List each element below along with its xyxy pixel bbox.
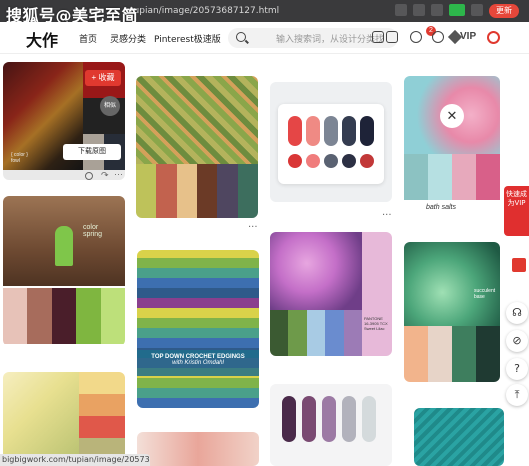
hydrangea-photo [270,232,362,310]
palette-bath-salts [404,154,500,200]
pantone-label: PANTONE 16-3905 TCX Sweet Lilac [364,316,388,331]
become-vip-promo[interactable]: 快速成为VIP [504,186,529,236]
browser-extension-icons [395,4,483,16]
pantone-sweet-lilac [362,232,392,356]
crochet-title: TOP DOWN CROCHET EDGINGS [151,354,245,360]
image-card-bath-salts[interactable]: ✕ bath salts [404,76,500,214]
share-icon[interactable] [395,4,407,16]
palette-batik [136,164,258,218]
color-spring-label: color spring [83,224,103,238]
swatch-board [278,104,384,184]
close-icon[interactable]: ✕ [440,104,464,128]
bookmark-star-icon[interactable] [413,4,425,16]
image-card-pink[interactable] [137,432,259,466]
image-card-crochet[interactable]: TOP DOWN CROCHET EDGINGS with Kristin Om… [137,250,259,408]
crochet-title-banner: TOP DOWN CROCHET EDGINGS with Kristin Om… [137,350,259,376]
image-card-hydrangea[interactable]: PANTONE 16-3905 TCX Sweet Lilac [270,232,392,356]
more-icon[interactable]: ··· [114,169,123,179]
search-input[interactable]: 输入搜索词，从设计分类找 [276,32,384,45]
site-logo[interactable]: 大作 [26,27,58,51]
vip-label: VIP [460,31,477,42]
search-icon [236,32,246,42]
succulent-photo [404,242,500,326]
user-avatar[interactable] [487,31,500,44]
browser-toolbar: tupian/image/20573687127.html 更新 搜狐号@美宅至… [0,0,529,25]
download-original-button[interactable]: 下载原图 [63,144,121,160]
back-to-top-icon[interactable]: ⤒ [506,384,528,406]
image-card-rooster[interactable]: + 收藏 相似 下载原图 { color } fowl ↷ ··· [3,62,125,180]
palette-hydrangea [270,310,363,356]
image-card-batik[interactable] [136,76,258,218]
crochet-author: with Kristin Omdahl [172,360,224,366]
image-card-swatches[interactable] [270,82,392,202]
browser-update-button[interactable]: 更新 [489,4,519,18]
succulent-label: succulent base [474,288,496,300]
similar-tag[interactable]: 相似 [100,96,120,116]
nav-inspiration-categories[interactable]: 灵感分类 [110,32,146,45]
crochet-photo [137,250,259,408]
flower-photo [3,372,79,466]
share-arrow-icon[interactable]: ↷ [101,170,109,180]
address-bar[interactable]: tupian/image/20573687127.html [130,6,279,16]
more-icon[interactable]: ··· [248,222,258,233]
bell-icon[interactable] [432,31,444,43]
image-card-purple-swatches[interactable] [270,384,392,466]
sprout-shape [55,226,73,266]
more-icon[interactable]: ··· [382,210,392,221]
nav-pinterest-fast[interactable]: Pinterest极速版 [154,32,221,45]
image-card-sprout[interactable]: color spring [3,196,125,346]
palette-spring [3,288,125,344]
image-card-yellow-flower[interactable] [3,372,125,466]
zoom-icon[interactable] [85,172,93,180]
site-header: 大作 首页 灵感分类 Pinterest极速版 输入搜索词，从设计分类找 2 V… [0,22,529,54]
message-icon[interactable] [410,31,422,43]
collect-button[interactable]: + 收藏 [85,70,121,86]
red-envelope-icon[interactable] [512,258,526,272]
page: tupian/image/20573687127.html 更新 搜狐号@美宅至… [0,0,529,466]
card-caption: { color } fowl [11,152,28,164]
batik-pattern [136,76,258,164]
palette-succulent [404,326,500,382]
nav-home[interactable]: 首页 [79,32,97,45]
customer-service-icon[interactable]: ☊ [506,302,528,324]
extension-green-icon[interactable] [449,4,465,16]
camera-icon[interactable] [386,31,398,43]
bath-salts-label: bath salts [426,204,456,211]
vip-button[interactable]: VIP [447,29,478,45]
browser-status-bar: bigbigwork.com/tupian/image/20573688912.… [0,454,150,466]
palette-icon[interactable] [372,31,384,43]
help-icon[interactable]: ? [506,358,528,380]
image-card-teal-pattern[interactable] [414,408,504,466]
link-icon[interactable]: ⊘ [506,330,528,352]
extension-icon[interactable] [431,4,443,16]
sidebar-icon[interactable] [471,4,483,16]
image-card-succulent[interactable]: succulent base [404,242,500,382]
